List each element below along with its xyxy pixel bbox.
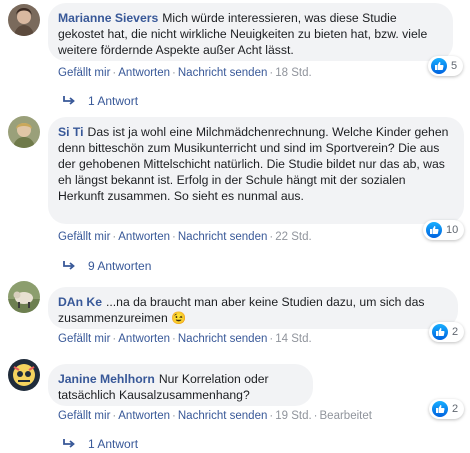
comment-bubble: Si Ti Das ist ja wohl eine Milchmädchenre… xyxy=(48,117,464,224)
separator: · xyxy=(172,67,176,79)
like-link[interactable]: Gefällt mir xyxy=(58,67,110,79)
reply-link[interactable]: Antworten xyxy=(118,333,170,345)
separator: · xyxy=(269,67,274,79)
comment-actions: Gefällt mir · Antworten · Nachricht senden · 1… xyxy=(58,333,312,345)
separator: · xyxy=(172,333,176,345)
reply-arrow-icon xyxy=(63,96,75,105)
avatar[interactable] xyxy=(8,116,40,148)
reaction-count[interactable]: 10 xyxy=(423,220,465,240)
separator: · xyxy=(269,231,274,243)
reply-link[interactable]: Antworten xyxy=(118,410,170,422)
comment-bubble: Marianne Sievers Mich würde interessieren… xyxy=(48,3,453,61)
reaction-number: 2 xyxy=(452,403,459,415)
replies-label: 1 Antwort xyxy=(88,437,139,451)
thumbs-up-icon xyxy=(432,401,448,417)
timestamp[interactable]: 19 Std. xyxy=(275,410,311,422)
send-message-link[interactable]: Nachricht senden xyxy=(178,410,268,422)
comment-bubble: DAn Ke ...na da braucht man aber keine St… xyxy=(48,287,458,329)
reaction-number: 2 xyxy=(452,326,459,338)
comment-text: ...na da braucht man aber keine Studien … xyxy=(58,295,425,325)
separator: · xyxy=(112,231,117,243)
reaction-number: 10 xyxy=(446,224,459,236)
timestamp[interactable]: 18 Std. xyxy=(275,67,311,79)
send-message-link[interactable]: Nachricht senden xyxy=(178,333,268,345)
view-replies[interactable]: 1 Antwort xyxy=(62,94,138,108)
send-message-link[interactable]: Nachricht senden xyxy=(178,231,268,243)
like-link[interactable]: Gefällt mir xyxy=(58,410,110,422)
comment-bubble: Janine Mehlhorn Nur Korrelation oder tats… xyxy=(48,364,313,406)
like-link[interactable]: Gefällt mir xyxy=(58,333,110,345)
reply-arrow-icon xyxy=(63,439,75,448)
edited-label: Bearbeitet xyxy=(319,410,372,422)
wink-emoji-icon: 😉 xyxy=(171,311,187,325)
comment-author[interactable]: Si Ti xyxy=(58,125,84,139)
view-replies[interactable]: 1 Antwort xyxy=(62,437,138,451)
replies-label: 9 Antworten xyxy=(88,259,152,273)
reaction-count[interactable]: 2 xyxy=(429,322,465,342)
comment-actions: Gefällt mir · Antworten · Nachricht senden · 1… xyxy=(58,410,372,422)
thumbs-up-icon xyxy=(426,222,442,238)
separator: · xyxy=(112,410,117,422)
reply-link[interactable]: Antworten xyxy=(118,231,170,243)
separator: · xyxy=(269,410,274,422)
avatar[interactable] xyxy=(8,359,40,391)
thumbs-up-icon xyxy=(432,324,448,340)
comment-author[interactable]: Janine Mehlhorn xyxy=(58,372,155,386)
like-link[interactable]: Gefällt mir xyxy=(58,231,110,243)
avatar[interactable] xyxy=(8,4,40,36)
avatar[interactable] xyxy=(8,281,40,313)
comment-author[interactable]: DAn Ke xyxy=(58,295,102,309)
thumbs-up-icon xyxy=(431,58,447,74)
separator: · xyxy=(313,410,318,422)
comment-text: Das ist ja wohl eine Milchmädchenrechnun… xyxy=(58,125,449,203)
reaction-number: 5 xyxy=(451,60,458,72)
reaction-count[interactable]: 2 xyxy=(429,399,465,419)
comment-actions: Gefällt mir · Antworten · Nachricht senden · 1… xyxy=(58,67,312,79)
timestamp[interactable]: 22 Std. xyxy=(275,231,311,243)
reply-link[interactable]: Antworten xyxy=(118,67,170,79)
comment-author[interactable]: Marianne Sievers xyxy=(58,11,158,25)
separator: · xyxy=(112,67,117,79)
comment-actions: Gefällt mir · Antworten · Nachricht senden · 2… xyxy=(58,231,312,243)
reply-arrow-icon xyxy=(63,261,75,270)
reaction-count[interactable]: 5 xyxy=(428,56,464,76)
separator: · xyxy=(112,333,117,345)
view-replies[interactable]: 9 Antworten xyxy=(62,259,151,273)
send-message-link[interactable]: Nachricht senden xyxy=(178,67,268,79)
replies-label: 1 Antwort xyxy=(88,94,139,108)
timestamp[interactable]: 14 Std. xyxy=(275,333,311,345)
separator: · xyxy=(172,410,176,422)
separator: · xyxy=(269,333,274,345)
separator: · xyxy=(172,231,176,243)
